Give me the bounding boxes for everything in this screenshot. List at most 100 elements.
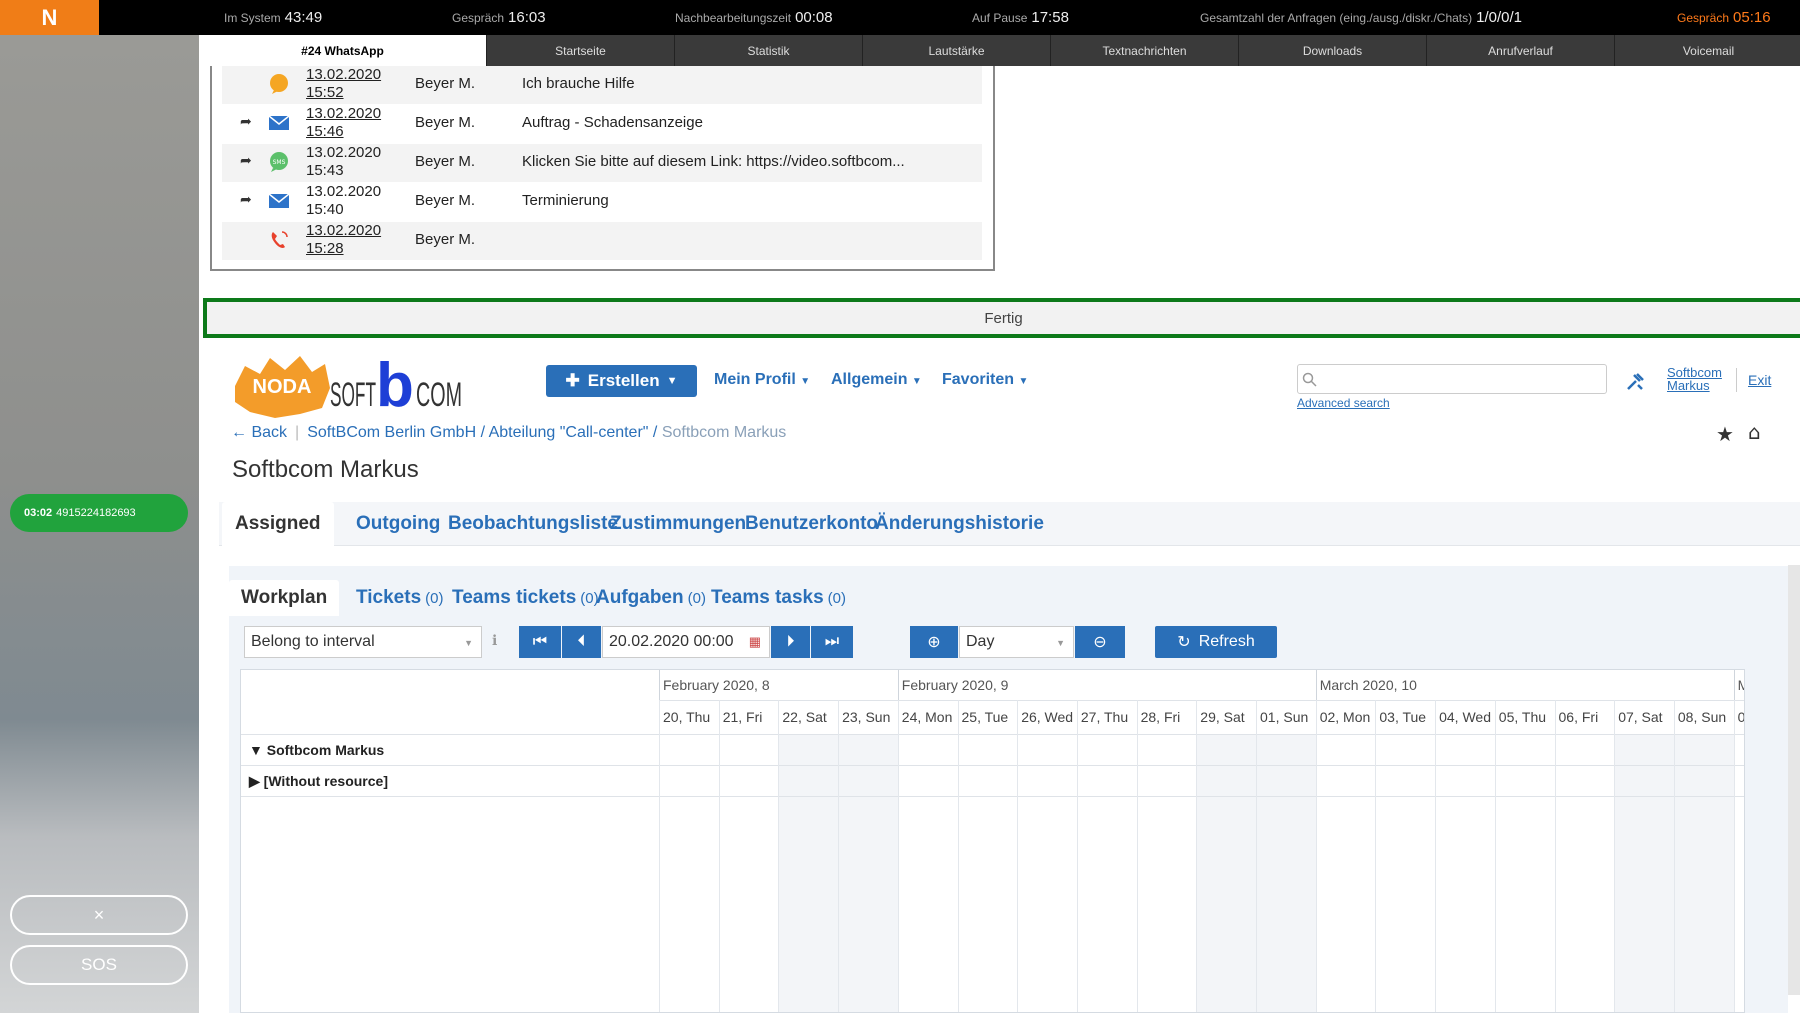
nav-favoriten[interactable]: Favoriten ▼ (942, 371, 1028, 389)
month-header: M (1738, 677, 1744, 693)
call-stat: Gespräch 16:03 (452, 9, 546, 26)
refresh-button[interactable]: ↻ Refresh (1155, 626, 1277, 658)
create-button[interactable]: ✚ Erstellen ▼ (546, 365, 697, 397)
date-input[interactable]: 20.02.2020 00:00 ▦ (602, 626, 770, 658)
day-header: 20, Thu (663, 709, 711, 725)
last-page-button[interactable]: ⏭ (811, 626, 853, 658)
tab-zustimmungen[interactable]: Zustimmungen (610, 502, 746, 546)
subtab-teams-tasks[interactable]: Teams tasks (0) (711, 580, 846, 616)
tab-textnachrichten[interactable]: Textnachrichten (1050, 35, 1238, 66)
exit-link[interactable]: Exit (1748, 372, 1771, 388)
day-gridline (1435, 700, 1437, 1012)
row-divider (241, 796, 1744, 797)
back-link[interactable]: ← Back (231, 424, 287, 441)
crumb-department[interactable]: Abteilung "Call-center" (489, 424, 649, 441)
message-datetime[interactable]: 13.02.2020 15:28 (306, 222, 381, 258)
day-header: 27, Thu (1080, 709, 1129, 725)
tab-beobachtungsliste[interactable]: Beobachtungsliste (448, 502, 618, 546)
wrapup-value: 00:08 (795, 9, 833, 26)
resource-row-without[interactable]: ▶ [Without resource] (249, 773, 388, 790)
resource-row-markus[interactable]: ▼ Softbcom Markus (249, 742, 384, 758)
svg-text:COM: COM (416, 376, 462, 414)
home-icon[interactable]: ⌂ (1748, 420, 1761, 444)
user-profile-link[interactable]: Softbcom Markus (1667, 366, 1722, 392)
sos-button[interactable]: SOS (10, 945, 188, 985)
day-gridline (1315, 700, 1317, 1012)
tab-benutzerkonto[interactable]: Benutzerkonto (745, 502, 878, 546)
subtab-aufgaben[interactable]: Aufgaben (0) (596, 580, 706, 616)
day-gridline (957, 700, 959, 1012)
message-history-panel: 13.02.2020 15:52 Beyer M. Ich brauche Hil… (210, 66, 995, 271)
message-datetime[interactable]: 13.02.2020 15:40 (306, 183, 381, 219)
message-datetime[interactable]: 13.02.2020 15:46 (306, 105, 381, 141)
tab-whatsapp[interactable]: #24 WhatsApp (199, 35, 486, 66)
list-item[interactable]: ➦ SMS 13.02.2020 15:43 Beyer M. Klicken S… (222, 144, 982, 182)
tab-assigned[interactable]: Assigned (222, 502, 334, 546)
subtab-tickets[interactable]: Tickets (0) (356, 580, 443, 616)
mail-icon (268, 193, 290, 208)
zoom-out-icon: ⊖ (1093, 634, 1107, 651)
scrollbar[interactable] (1788, 565, 1800, 995)
day-header: 25, Tue (961, 709, 1009, 725)
calendar-icon[interactable]: ▦ (749, 634, 761, 650)
tab-downloads[interactable]: Downloads (1238, 35, 1426, 66)
zoom-in-button[interactable]: ⊕ (910, 626, 958, 658)
favorite-star-icon[interactable]: ★ (1716, 422, 1734, 446)
search-input[interactable] (1297, 364, 1607, 394)
day-header: 22, Sat (782, 709, 827, 725)
interval-filter-select[interactable]: Belong to interval ▼ (244, 626, 482, 658)
tab-startseite[interactable]: Startseite (486, 35, 674, 66)
call-label: Gespräch (452, 11, 505, 25)
list-item[interactable]: ➦ 13.02.2020 15:46 Beyer M. Auftrag - Sch… (222, 105, 982, 143)
crumb-company[interactable]: SoftBCom Berlin GmbH (307, 424, 476, 441)
message-subject: Auftrag - Schadensanzeige (522, 114, 703, 131)
day-gridline (659, 700, 660, 1012)
nav-allgemein[interactable]: Allgemein ▼ (831, 371, 922, 389)
requests-value: 1/0/0/1 (1476, 9, 1523, 26)
subtab-teams-tickets[interactable]: Teams tickets (0) (452, 580, 599, 616)
agent-status-value: 05:16 (1733, 9, 1771, 26)
search-icon (1302, 372, 1317, 387)
hangup-button[interactable]: × (10, 895, 188, 935)
next-button[interactable]: ⏵ (771, 626, 810, 658)
tab-lautstaerke[interactable]: Lautstärke (862, 35, 1050, 66)
zoom-out-button[interactable]: ⊖ (1075, 626, 1125, 658)
tab-aenderungshistorie[interactable]: Änderungshistorie (875, 502, 1044, 546)
day-header: 0 (1737, 709, 1745, 725)
day-gridline (1136, 700, 1138, 1012)
brand-logo[interactable]: NODA SOFT b COM (230, 348, 470, 420)
weekend-column (1197, 735, 1256, 1012)
tab-outgoing[interactable]: Outgoing (356, 502, 440, 546)
advanced-search-link[interactable]: Advanced search (1297, 396, 1390, 410)
scale-select[interactable]: Day ▼ (959, 626, 1074, 658)
chevron-down-icon: ▼ (464, 638, 473, 648)
day-header: 02, Mon (1319, 709, 1371, 725)
first-page-button[interactable]: ⏮ (519, 626, 561, 658)
nav-mein-profil[interactable]: Mein Profil ▼ (714, 371, 810, 389)
active-call-pill[interactable]: 03:02 4915224182693 (10, 494, 188, 532)
sms-icon: SMS (270, 152, 288, 172)
softbcom-logo-icon: SOFT b COM (330, 351, 462, 420)
create-label: Erstellen (587, 371, 660, 390)
tools-icon[interactable] (1625, 372, 1645, 392)
subtab-workplan[interactable]: Workplan (229, 580, 340, 616)
header-divider (659, 700, 1744, 701)
tab-voicemail[interactable]: Voicemail (1614, 35, 1800, 66)
prev-button[interactable]: ⏴ (562, 626, 601, 658)
tab-statistik[interactable]: Statistik (674, 35, 862, 66)
message-subject: Klicken Sie bitte auf diesem Link: https… (522, 153, 905, 170)
message-datetime[interactable]: 13.02.2020 15:43 (306, 144, 381, 180)
day-header: 21, Fri (722, 709, 763, 725)
list-item[interactable]: 13.02.2020 15:52 Beyer M. Ich brauche Hil… (222, 66, 982, 104)
list-item[interactable]: ➦ 13.02.2020 15:40 Beyer M. Terminierung (222, 183, 982, 221)
header-divider (241, 734, 1744, 735)
day-gridline (1256, 700, 1257, 1012)
day-gridline (1375, 700, 1377, 1012)
collapsed-caret-icon: ▶ (249, 773, 260, 789)
message-datetime[interactable]: 13.02.2020 15:52 (306, 66, 381, 102)
crm-view: NODA SOFT b COM ✚ Erstellen ▼ Mein Profil … (203, 338, 1800, 1013)
list-item[interactable]: 13.02.2020 15:28 Beyer M. (222, 222, 982, 260)
tab-anrufverlauf[interactable]: Anrufverlauf (1426, 35, 1614, 66)
app-logo[interactable]: N (0, 0, 99, 35)
month-divider (1315, 670, 1317, 700)
